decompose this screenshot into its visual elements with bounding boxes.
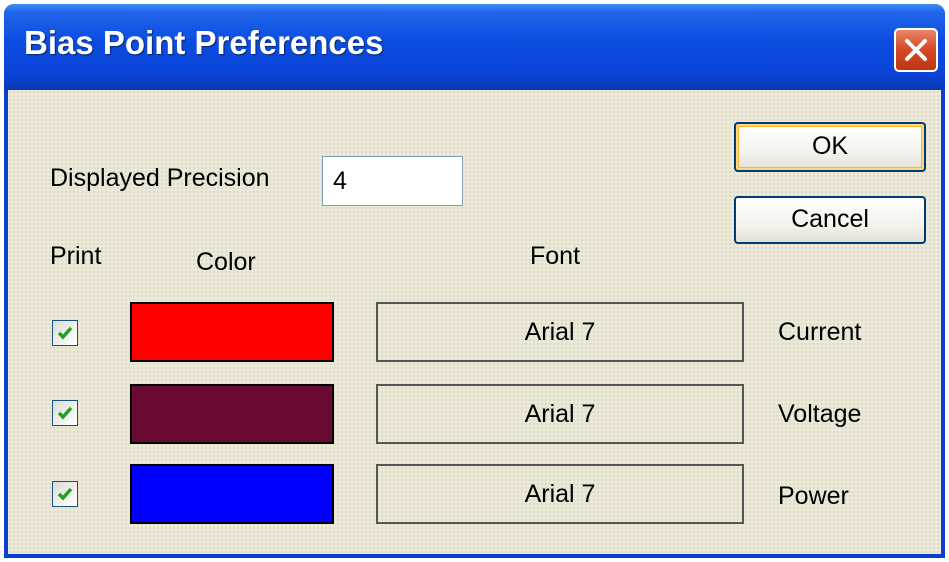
dialog-title: Bias Point Preferences [24, 24, 384, 61]
precision-label: Displayed Precision [50, 164, 270, 192]
dialog-body: Displayed Precision OK Cancel Print Colo… [8, 90, 941, 554]
color-swatch-voltage[interactable] [130, 384, 334, 444]
dialog-window: Bias Point Preferences Displayed Precisi… [4, 4, 945, 558]
precision-input[interactable] [322, 156, 463, 206]
print-checkbox-current[interactable] [52, 320, 78, 346]
close-icon [905, 39, 927, 61]
row-label-voltage: Voltage [778, 400, 862, 428]
font-column-header: Font [530, 242, 581, 270]
checkmark-icon [57, 326, 73, 340]
color-swatch-current[interactable] [130, 302, 334, 362]
font-button-current[interactable]: Arial 7 [376, 302, 744, 362]
title-bar[interactable]: Bias Point Preferences [4, 4, 945, 90]
row-label-current: Current [778, 318, 862, 346]
print-column-header: Print [50, 242, 102, 270]
ok-button[interactable]: OK [734, 122, 926, 172]
print-checkbox-voltage[interactable] [52, 400, 78, 426]
color-swatch-power[interactable] [130, 464, 334, 524]
print-checkbox-power[interactable] [52, 481, 78, 507]
row-label-power: Power [778, 482, 849, 510]
color-column-header: Color [196, 248, 256, 276]
cancel-button[interactable]: Cancel [734, 196, 926, 244]
checkmark-icon [57, 487, 73, 501]
font-button-power[interactable]: Arial 7 [376, 464, 744, 524]
checkmark-icon [57, 406, 73, 420]
close-button[interactable] [894, 28, 938, 72]
font-button-voltage[interactable]: Arial 7 [376, 384, 744, 444]
